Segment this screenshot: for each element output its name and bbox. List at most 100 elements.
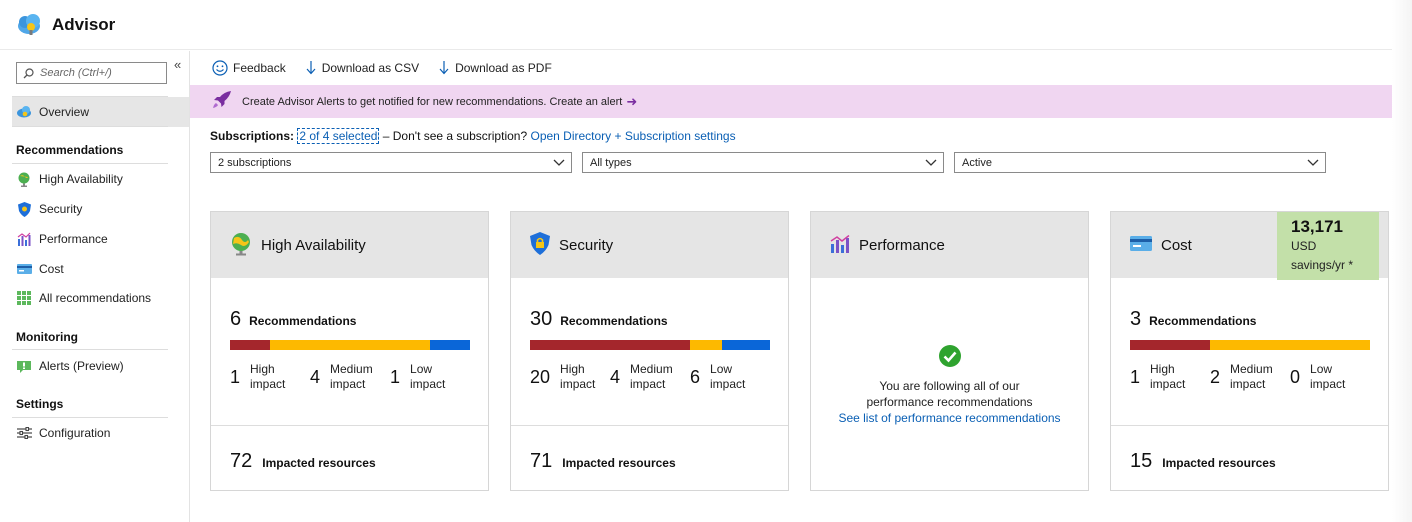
card-header: Security — [511, 212, 788, 278]
low-impact-number: 1 — [390, 366, 401, 387]
medium-impact-count: 2 Medium impact — [1210, 362, 1273, 392]
card-header: High Availability — [211, 212, 488, 278]
high-impact-count: 1 High impact — [1130, 362, 1185, 392]
search-input[interactable]: Search (Ctrl+/) — [16, 62, 167, 84]
status-dropdown[interactable]: Active — [954, 152, 1326, 173]
performance-status: You are following all of our performance… — [811, 344, 1088, 427]
medium-impact-count: 4 Medium impact — [310, 362, 373, 392]
chevron-down-icon — [553, 156, 565, 171]
impact-bar — [1130, 340, 1370, 350]
sidebar-item-high-availability[interactable]: High Availability — [12, 164, 189, 194]
advisor-logo-icon — [16, 12, 44, 41]
label-line: High — [250, 362, 275, 376]
advisor-app: Advisor Search (Ctrl+/) « Overview Recom… — [0, 0, 1412, 522]
alert-icon — [16, 358, 32, 374]
impact-bar-medium — [270, 340, 430, 350]
dropdown-value: All types — [590, 156, 632, 169]
high-impact-number: 1 — [1130, 366, 1141, 387]
sidebar-item-label: Cost — [39, 262, 64, 276]
card-header: Performance — [811, 212, 1088, 278]
download-icon — [305, 61, 317, 75]
recommendations-number: 6 — [230, 308, 242, 330]
label-line: Medium — [630, 362, 673, 376]
impacted-resources-label: Impacted resources — [1162, 456, 1276, 470]
recommendations-number: 3 — [1130, 308, 1142, 330]
high-impact-count: 1 High impact — [230, 362, 285, 392]
impact-bar-low — [722, 340, 770, 350]
performance-chart-icon — [16, 231, 32, 247]
savings-period: savings/yr * — [1291, 258, 1354, 272]
impact-breakdown: 1 High impact 4 Medium impact 1 Low impact — [230, 362, 475, 396]
subscription-settings-link[interactable]: Open Directory + Subscription settings — [530, 129, 735, 143]
sidebar-item-performance[interactable]: Performance — [12, 224, 189, 254]
page-edge-shadow — [1392, 0, 1412, 522]
label-line: Low — [410, 362, 433, 376]
medium-impact-label: Medium impact — [630, 362, 673, 392]
savings-badge: 13,171 USD savings/yr * — [1277, 212, 1379, 280]
subscriptions-label: Subscriptions: — [210, 129, 295, 143]
label-line: impact — [630, 377, 666, 391]
recommendations-count: 6 Recommendations — [230, 308, 356, 331]
download-csv-label: Download as CSV — [321, 61, 420, 75]
recommendations-label: Recommendations — [1149, 314, 1257, 328]
feedback-button[interactable]: Feedback — [212, 60, 286, 76]
download-pdf-button[interactable]: Download as PDF — [438, 61, 552, 75]
impact-bar-medium — [690, 340, 722, 350]
subscriptions-dropdown[interactable]: 2 subscriptions — [210, 152, 572, 173]
chevron-down-icon — [925, 156, 937, 171]
sidebar-item-all-recommendations[interactable]: All recommendations — [12, 283, 189, 313]
arrow-right-icon: ➜ — [626, 93, 638, 109]
sidebar-item-security[interactable]: Security — [12, 194, 189, 224]
sidebar-item-cost[interactable]: Cost — [12, 254, 189, 284]
low-impact-label: Low impact — [1310, 362, 1345, 392]
download-pdf-label: Download as PDF — [455, 61, 552, 75]
low-impact-count: 0 Low impact — [1290, 362, 1345, 392]
card-title: Performance — [859, 236, 945, 254]
impacted-resources-label: Impacted resources — [562, 456, 676, 470]
performance-card[interactable]: Performance You are following all of our… — [810, 211, 1089, 491]
impacted-resources-number: 15 — [1130, 450, 1153, 472]
types-dropdown[interactable]: All types — [582, 152, 944, 173]
subscriptions-selected-link[interactable]: 2 of 4 selected — [297, 128, 380, 144]
performance-message: You are following all of our performance… — [811, 378, 1088, 410]
sidebar-item-overview[interactable]: Overview — [12, 97, 189, 127]
impact-bar-medium — [1210, 340, 1370, 350]
alerts-banner[interactable]: Create Advisor Alerts to get notified fo… — [190, 85, 1392, 118]
label-line: impact — [250, 377, 286, 391]
high-availability-card[interactable]: High Availability 6 Recommendations 1 Hi… — [210, 211, 489, 491]
card-title: Cost — [1161, 236, 1192, 254]
collapse-sidebar-button[interactable]: « — [174, 57, 181, 72]
label-line: impact — [1230, 377, 1266, 391]
download-csv-button[interactable]: Download as CSV — [305, 61, 419, 75]
high-impact-count: 20 High impact — [530, 362, 595, 392]
feedback-label: Feedback — [233, 61, 286, 75]
download-icon — [438, 61, 450, 75]
high-impact-number: 1 — [230, 366, 241, 387]
medium-impact-number: 2 — [1210, 366, 1221, 387]
cost-card[interactable]: Cost 13,171 USD savings/yr * 3 Recommend… — [1110, 211, 1389, 491]
savings-amount: 13,171 — [1291, 217, 1343, 236]
performance-message-text: You are following all of our performance… — [866, 379, 1033, 409]
sidebar-item-configuration[interactable]: Configuration — [12, 418, 189, 448]
divider — [12, 126, 168, 127]
impact-breakdown: 1 High impact 2 Medium impact 0 Low impact — [1130, 362, 1375, 396]
section-recommendations: Recommendations — [16, 143, 124, 157]
globe-icon — [16, 171, 32, 187]
high-impact-label: High impact — [1150, 362, 1185, 392]
performance-list-link[interactable]: See list of performance recommendations — [811, 410, 1088, 427]
security-card[interactable]: Security 30 Recommendations 20 High impac… — [510, 211, 789, 491]
credit-card-icon — [1130, 235, 1152, 255]
sidebar-item-alerts[interactable]: Alerts (Preview) — [12, 351, 189, 381]
label-line: Low — [1310, 362, 1333, 376]
sidebar-item-label: Overview — [39, 105, 90, 119]
impacted-resources: 71 Impacted resources — [530, 450, 676, 473]
shield-lock-icon — [530, 232, 550, 258]
medium-impact-number: 4 — [610, 366, 621, 387]
credit-card-icon — [16, 261, 32, 277]
sidebar-item-label: High Availability — [39, 172, 123, 186]
dropdown-value: 2 subscriptions — [218, 156, 292, 169]
label-line: impact — [560, 377, 596, 391]
smiley-icon — [212, 60, 228, 76]
high-impact-label: High impact — [250, 362, 285, 392]
low-impact-label: Low impact — [710, 362, 745, 392]
